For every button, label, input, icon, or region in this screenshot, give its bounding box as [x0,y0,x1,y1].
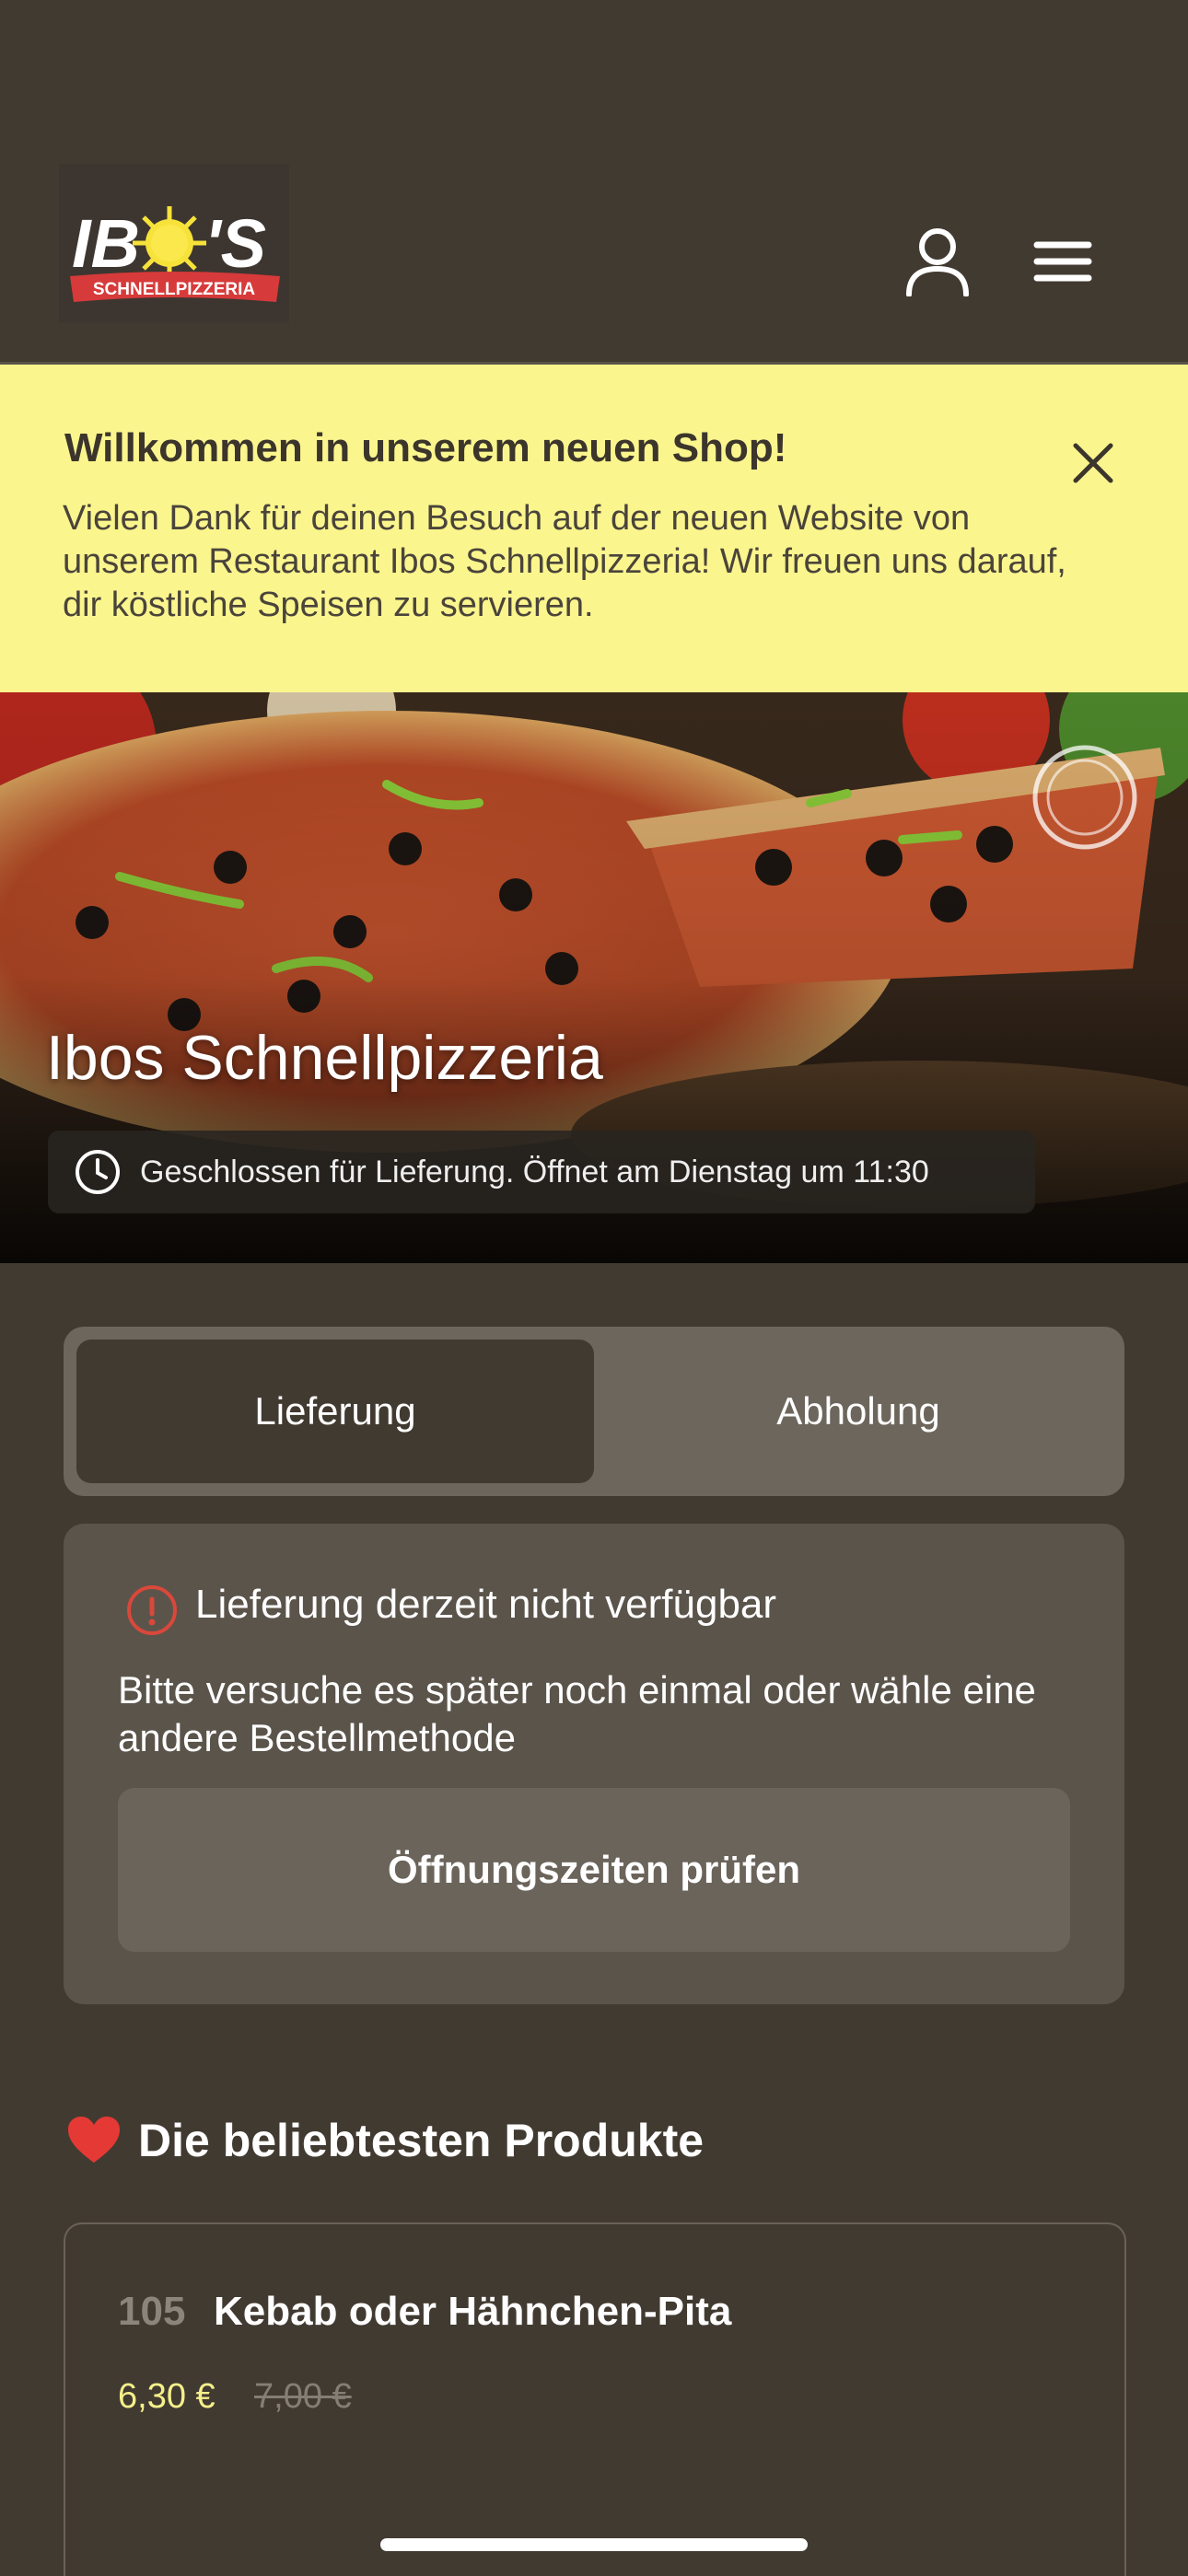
home-indicator[interactable] [380,2538,808,2551]
banner-text: Vielen Dank für deinen Besuch auf der ne… [63,499,1066,624]
product-name: Kebab oder Hähnchen-Pita [214,2289,732,2334]
popular-heading: Die beliebtesten Produkte [66,2114,704,2167]
svg-text:IB: IB [72,205,140,282]
check-opening-hours-button[interactable]: Öffnungszeiten prüfen [118,1788,1070,1952]
hamburger-icon [1033,241,1092,282]
menu-button[interactable] [1019,217,1107,306]
tab-lieferung[interactable]: Lieferung [76,1340,594,1483]
product-old-price: 7,00 € [254,2377,352,2416]
clock-icon [76,1150,120,1194]
popular-heading-text: Die beliebtesten Produkte [138,2115,705,2166]
account-button[interactable] [893,217,982,306]
close-icon [1073,443,1113,483]
logo[interactable]: IB 'S SCHNELLPIZZERIA [59,164,289,322]
opening-status-text: Geschlossen für Lieferung. Öffnet am Die… [140,1154,929,1189]
heart-icon [68,2117,120,2163]
notice-text: Bitte versuche es später noch einmal ode… [118,1668,1036,1759]
banner-close-button[interactable] [1061,431,1125,495]
restaurant-name: Ibos Schnellpizzeria [46,1023,603,1093]
product-price: 6,30 € [118,2377,215,2416]
halal-badge-icon [1032,745,1137,850]
alert-icon [127,1585,177,1635]
order-mode-toggle: Lieferung Abholung [64,1327,1124,1496]
logo-subtitle: SCHNELLPIZZERIA [93,280,256,299]
user-icon [906,228,969,296]
sun-icon [133,206,206,280]
tab-abholung[interactable]: Abholung [605,1340,1112,1483]
svg-text:'S: 'S [204,205,266,282]
notice-title: Lieferung derzeit nicht verfügbar [195,1582,777,1627]
product-number: 105 [118,2289,186,2334]
opening-status: Geschlossen für Lieferung. Öffnet am Die… [48,1131,1035,1213]
banner-title: Willkommen in unserem neuen Shop! [64,425,787,470]
product-card[interactable] [64,2222,1126,2576]
